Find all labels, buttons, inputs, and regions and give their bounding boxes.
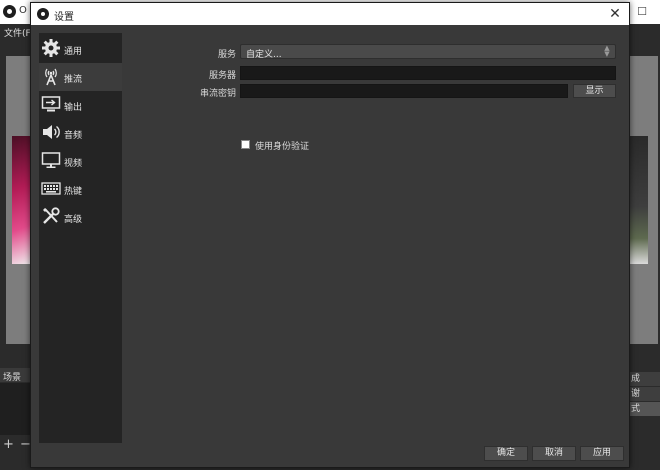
ok-button[interactable]: 确定 bbox=[484, 446, 528, 461]
use-authentication-checkbox[interactable] bbox=[241, 140, 250, 149]
use-authentication-label[interactable]: 使用身份验证 bbox=[255, 139, 309, 152]
sidebar-item-output[interactable]: 输出 bbox=[39, 91, 122, 119]
menu-file[interactable]: 文件(F bbox=[4, 26, 31, 39]
output-monitor-icon bbox=[41, 96, 61, 112]
stream-key-input[interactable] bbox=[240, 84, 568, 98]
dialog-title: 设置 bbox=[54, 12, 74, 23]
obs-logo-icon bbox=[37, 8, 49, 20]
tools-icon bbox=[43, 207, 60, 224]
sidebar-item-label: 高级 bbox=[64, 215, 83, 225]
dialog-close-button[interactable]: ✕ bbox=[605, 5, 625, 23]
updown-arrows-icon: ▲ ▼ bbox=[604, 44, 610, 58]
settings-dialog: 设置 ✕ 通用 推流 输出 音频 视频 热键 高级 服务 自定义... ▲ ▼ … bbox=[30, 2, 630, 468]
sidebar-item-advanced[interactable]: 高级 bbox=[39, 203, 122, 231]
sidebar-item-video[interactable]: 视频 bbox=[39, 147, 122, 175]
dialog-titlebar: 设置 ✕ bbox=[31, 3, 629, 25]
show-key-button[interactable]: 显示 bbox=[573, 84, 616, 98]
sidebar-item-general[interactable]: 通用 bbox=[39, 35, 122, 63]
obs-logo-icon bbox=[3, 5, 16, 18]
sidebar-item-stream[interactable]: 推流 bbox=[39, 63, 122, 91]
broadcast-antenna-icon bbox=[45, 68, 57, 86]
gear-icon bbox=[42, 39, 60, 57]
controls-button-2[interactable]: 谢 bbox=[628, 387, 660, 401]
service-dropdown[interactable]: 自定义... ▲ ▼ bbox=[240, 44, 616, 60]
main-maximize-button[interactable]: ☐ bbox=[632, 4, 652, 20]
sidebar-item-label: 推流 bbox=[64, 75, 83, 85]
add-scene-button[interactable]: + bbox=[3, 438, 14, 451]
stream-key-label: 串流密钥 bbox=[199, 89, 236, 99]
sidebar-item-label: 通用 bbox=[64, 47, 83, 57]
apply-button[interactable]: 应用 bbox=[580, 446, 624, 461]
scenes-dock-title: 场景 bbox=[3, 373, 22, 383]
sidebar-item-audio[interactable]: 音频 bbox=[39, 119, 122, 147]
keyboard-icon bbox=[41, 182, 61, 195]
server-input[interactable] bbox=[240, 66, 616, 80]
preview-image-right bbox=[628, 136, 648, 264]
sidebar-item-hotkeys[interactable]: 热键 bbox=[39, 175, 122, 203]
sidebar-item-label: 输出 bbox=[64, 103, 83, 113]
stream-settings-panel: 服务 自定义... ▲ ▼ 服务器 串流密钥 显示 使用身份验证 bbox=[122, 25, 629, 445]
sidebar-item-label: 音频 bbox=[64, 131, 83, 141]
cancel-button[interactable]: 取消 bbox=[532, 446, 576, 461]
main-window-title: O bbox=[19, 5, 27, 16]
sidebar-item-label: 视频 bbox=[64, 159, 83, 169]
service-dropdown-value: 自定义... bbox=[246, 50, 282, 60]
service-label: 服务 bbox=[217, 50, 236, 60]
settings-sidebar: 通用 推流 输出 音频 视频 热键 高级 bbox=[39, 33, 122, 443]
controls-button-3[interactable]: 式 bbox=[628, 402, 660, 416]
controls-button-1[interactable]: 成 bbox=[628, 372, 660, 386]
server-label: 服务器 bbox=[208, 71, 236, 81]
speaker-icon bbox=[43, 125, 60, 139]
sidebar-item-label: 热键 bbox=[64, 187, 83, 197]
monitor-icon bbox=[41, 152, 61, 168]
